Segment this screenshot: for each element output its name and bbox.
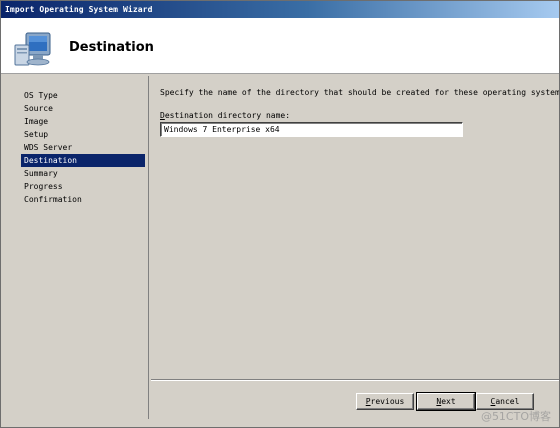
sidebar-item-destination[interactable]: Destination — [21, 154, 145, 167]
sidebar-item-os-type[interactable]: OS Type — [21, 89, 145, 102]
main-content: Specify the name of the directory that s… — [151, 76, 559, 380]
previous-label: revious — [370, 397, 405, 406]
cancel-label: ancel — [495, 397, 520, 406]
window-title: Import Operating System Wizard — [5, 5, 153, 14]
label-text: estination directory name: — [164, 111, 291, 120]
sidebar-item-summary[interactable]: Summary — [21, 167, 145, 180]
wizard-window: Import Operating System Wizard Destinati… — [0, 0, 560, 428]
sidebar-item-progress[interactable]: Progress — [21, 180, 145, 193]
sidebar-item-image[interactable]: Image — [21, 115, 145, 128]
next-button[interactable]: Next — [416, 392, 476, 411]
title-bar[interactable]: Import Operating System Wizard — [1, 1, 559, 18]
instruction-text: Specify the name of the directory that s… — [160, 88, 559, 97]
window-bottom-edge — [1, 419, 559, 427]
page-title: Destination — [69, 40, 154, 55]
wizard-steps-sidebar: OS Type Source Image Setup WDS Server De… — [3, 76, 149, 419]
watermark: @51CTO博客 — [480, 410, 551, 423]
destination-directory-label: Destination directory name: — [160, 111, 290, 120]
sidebar-item-setup[interactable]: Setup — [21, 128, 145, 141]
wizard-header: Destination — [1, 18, 559, 74]
next-label: ext — [441, 397, 456, 406]
computer-monitor-icon — [14, 32, 51, 66]
previous-button[interactable]: Previous — [356, 393, 414, 410]
sidebar-item-confirmation[interactable]: Confirmation — [21, 193, 145, 206]
sidebar-item-wds-server[interactable]: WDS Server — [21, 141, 145, 154]
sidebar-item-source[interactable]: Source — [21, 102, 145, 115]
destination-directory-input[interactable]: Windows 7 Enterprise x64 — [160, 122, 463, 137]
